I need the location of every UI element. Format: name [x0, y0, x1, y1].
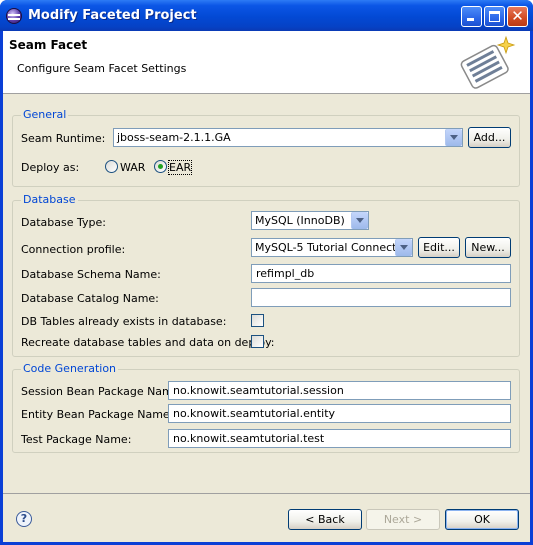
- chevron-down-icon[interactable]: [445, 129, 462, 146]
- maximize-button[interactable]: [484, 6, 505, 27]
- edit-connection-button[interactable]: Edit...: [418, 237, 460, 258]
- recreate-tables-checkbox[interactable]: [251, 335, 264, 348]
- new-connection-button[interactable]: New...: [465, 237, 511, 258]
- title-bar[interactable]: Modify Faceted Project ✕: [0, 0, 533, 31]
- page-title: Seam Facet: [9, 38, 88, 52]
- database-type-select[interactable]: MySQL (InnoDB): [251, 211, 369, 230]
- seam-runtime-label: Seam Runtime:: [21, 132, 106, 145]
- footer-separator: [3, 493, 530, 494]
- page-description: Configure Seam Facet Settings: [17, 62, 187, 75]
- entity-package-label: Entity Bean Package Name:: [21, 408, 174, 421]
- help-icon[interactable]: ?: [16, 511, 32, 527]
- connection-profile-select[interactable]: MySQL-5 Tutorial Connection: [251, 238, 413, 257]
- close-icon: ✕: [511, 7, 524, 25]
- database-type-label: Database Type:: [21, 216, 106, 229]
- code-generation-group-title: Code Generation: [21, 362, 119, 375]
- seam-runtime-select[interactable]: jboss-seam-2.1.1.GA: [113, 128, 463, 147]
- general-group-title: General: [21, 108, 69, 121]
- catalog-name-field[interactable]: [251, 288, 511, 307]
- connection-profile-value: MySQL-5 Tutorial Connection: [255, 241, 413, 254]
- deploy-war-label[interactable]: WAR: [120, 161, 145, 174]
- deploy-ear-label[interactable]: EAR: [167, 160, 193, 175]
- session-package-field[interactable]: no.knowit.seamtutorial.session: [168, 381, 511, 400]
- seam-runtime-value: jboss-seam-2.1.1.GA: [117, 131, 231, 144]
- tables-exist-label: DB Tables already exists in database:: [21, 315, 227, 328]
- wizard-header: Seam Facet Configure Seam Facet Settings: [3, 31, 530, 94]
- recreate-tables-label: Recreate database tables and data on dep…: [21, 336, 275, 349]
- catalog-name-label: Database Catalog Name:: [21, 292, 159, 305]
- chevron-down-icon[interactable]: [351, 212, 368, 229]
- connection-profile-label: Connection profile:: [21, 243, 126, 256]
- deploy-ear-radio[interactable]: [154, 160, 167, 173]
- deploy-as-label: Deploy as:: [21, 161, 80, 174]
- general-group: General: [12, 108, 520, 187]
- minimize-button[interactable]: [461, 6, 482, 27]
- wizard-banner-icon: [460, 35, 516, 89]
- next-button[interactable]: Next >: [366, 509, 440, 530]
- window-title: Modify Faceted Project: [28, 8, 197, 23]
- schema-name-label: Database Schema Name:: [21, 268, 161, 281]
- ok-button[interactable]: OK: [445, 509, 519, 530]
- minimize-icon: [467, 18, 474, 21]
- back-button[interactable]: < Back: [288, 509, 362, 530]
- schema-name-field[interactable]: refimpl_db: [251, 264, 511, 283]
- test-package-field[interactable]: no.knowit.seamtutorial.test: [168, 429, 511, 448]
- session-package-label: Session Bean Package Name:: [21, 385, 184, 398]
- entity-package-field[interactable]: no.knowit.seamtutorial.entity: [168, 404, 511, 423]
- database-type-value: MySQL (InnoDB): [255, 214, 345, 227]
- deploy-war-radio[interactable]: [105, 160, 118, 173]
- database-group-title: Database: [21, 193, 78, 206]
- eclipse-icon: [6, 8, 22, 24]
- dialog-window: Modify Faceted Project ✕ Seam Facet Conf…: [0, 0, 533, 545]
- maximize-icon: [489, 11, 500, 22]
- add-runtime-button[interactable]: Add...: [468, 127, 511, 148]
- dialog-content: Seam Facet Configure Seam Facet Settings…: [3, 31, 530, 542]
- test-package-label: Test Package Name:: [21, 433, 132, 446]
- tables-exist-checkbox[interactable]: [251, 314, 264, 327]
- chevron-down-icon[interactable]: [395, 239, 412, 256]
- close-button[interactable]: ✕: [507, 6, 528, 27]
